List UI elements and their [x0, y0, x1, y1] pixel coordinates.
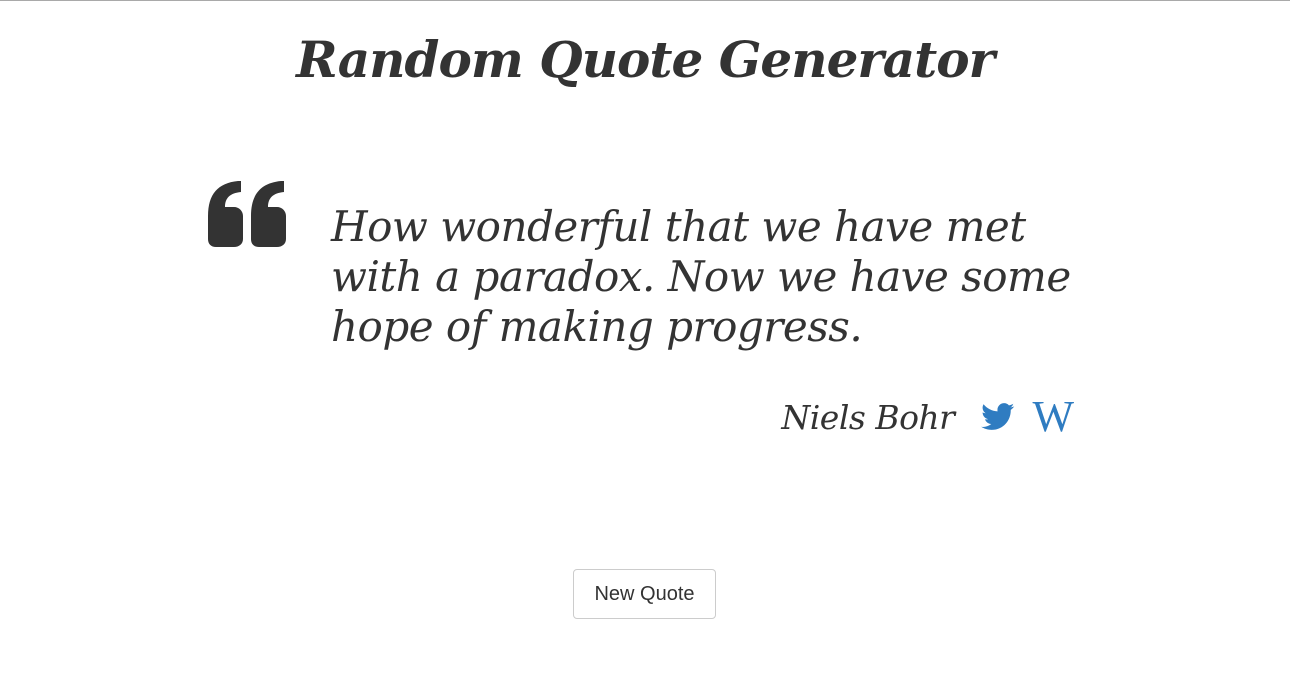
- quote-text: How wonderful that we have met with a pa…: [331, 202, 1071, 351]
- quote-author: Niels Bohr: [781, 397, 955, 437]
- top-divider: [0, 0, 1290, 1]
- new-quote-button[interactable]: New Quote: [573, 569, 716, 619]
- author-row: Niels Bohr W: [600, 392, 1074, 442]
- quote-left-icon: [206, 180, 288, 248]
- wikipedia-icon[interactable]: W: [1032, 395, 1074, 439]
- twitter-icon[interactable]: [980, 399, 1016, 435]
- page-title: Random Quote Generator: [296, 30, 995, 89]
